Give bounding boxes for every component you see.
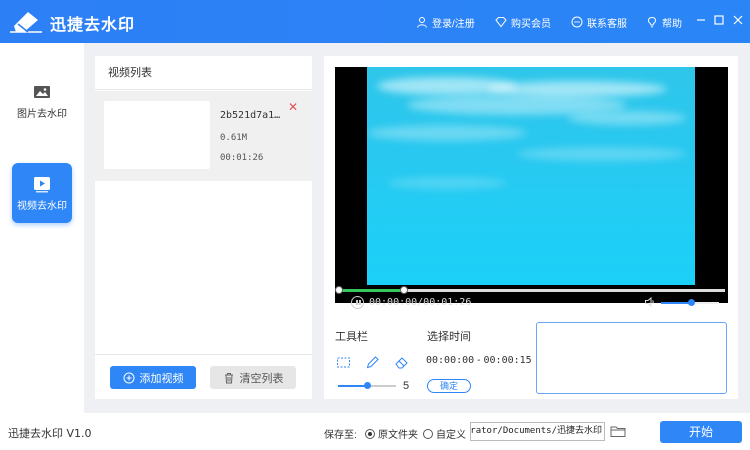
progress-knob[interactable] <box>399 286 408 294</box>
radio-custom-folder-label: 自定义 <box>436 430 466 441</box>
contact-service-link[interactable]: 联系客服 <box>571 14 627 30</box>
radio-custom-folder[interactable]: 自定义 <box>423 426 466 441</box>
video-list-panel: 视频列表 2b521d7a1… 0.61M 00:01:26 ✕ 添加视频 清空… <box>95 56 312 399</box>
folder-icon[interactable] <box>610 424 626 438</box>
video-frame <box>367 67 695 285</box>
image-icon <box>34 85 50 98</box>
minimize-icon[interactable] <box>694 13 708 27</box>
editor-panel: 00:00:00/00:01:26 工具栏 5 选择时间 00:00:00 - … <box>324 56 738 399</box>
help-icon <box>647 16 657 28</box>
list-item[interactable]: 2b521d7a1… 0.61M 00:01:26 ✕ <box>95 91 312 181</box>
add-video-button[interactable]: 添加视频 <box>110 366 196 389</box>
login-register-link[interactable]: 登录/注册 <box>416 14 475 30</box>
radio-dot-checked <box>365 428 375 439</box>
toolbar-title: 工具栏 <box>335 331 368 343</box>
buy-membership-link[interactable]: 购买会员 <box>495 14 551 30</box>
clear-list-label: 清空列表 <box>239 372 284 385</box>
time-readout: 00:00:00/00:01:26 <box>369 297 472 308</box>
help-link[interactable]: 帮助 <box>646 14 682 30</box>
nav-video-watermark-label: 视频去水印 <box>17 200 67 212</box>
remove-video-icon[interactable]: ✕ <box>288 100 298 114</box>
chat-icon <box>571 16 583 28</box>
nav-image-watermark-label: 图片去水印 <box>17 108 67 120</box>
save-path-text: istrator/Documents/迅捷去水印 <box>470 426 602 436</box>
buy-membership-label: 购买会员 <box>511 18 551 30</box>
radio-original-folder[interactable]: 原文件夹 <box>365 426 418 441</box>
watermark-area-box[interactable] <box>536 322 727 394</box>
time-select-title: 选择时间 <box>427 331 471 343</box>
brush-size-knob[interactable] <box>363 382 371 389</box>
brush-size-slider[interactable] <box>338 382 396 389</box>
select-rect-icon[interactable] <box>336 355 351 370</box>
video-list-footer: 添加视频 清空列表 <box>95 354 312 399</box>
time-range: 00:00:00 - 00:00:15 <box>426 355 532 366</box>
contact-service-label: 联系客服 <box>587 18 627 30</box>
left-nav: 图片去水印 视频去水印 <box>0 43 84 413</box>
volume-icon[interactable] <box>644 296 656 308</box>
diamond-icon <box>495 17 507 28</box>
brush-size-fill <box>338 385 367 387</box>
app-title: 迅捷去水印 <box>50 15 136 34</box>
version-label: 迅捷去水印 V1.0 <box>8 427 92 440</box>
radio-dot <box>423 428 433 439</box>
eraser-logo-icon <box>10 12 42 33</box>
plus-circle-icon <box>123 372 134 383</box>
add-video-label: 添加视频 <box>139 372 184 385</box>
eraser-icon[interactable] <box>394 355 409 370</box>
brush-size-value: 5 <box>403 380 410 392</box>
volume-slider[interactable] <box>661 299 719 306</box>
title-bar: 迅捷去水印 登录/注册 购买会员 联系客服 帮助 <box>0 0 750 43</box>
bottom-bar: 迅捷去水印 V1.0 保存至: 原文件夹 自定义 istrator/Docume… <box>0 413 750 450</box>
video-thumbnail <box>104 101 210 169</box>
clear-list-button[interactable]: 清空列表 <box>210 366 296 389</box>
start-time-field[interactable]: 00:00:00 <box>426 355 474 366</box>
volume-fill <box>661 302 692 304</box>
user-icon <box>417 17 427 28</box>
pen-icon[interactable] <box>365 355 380 370</box>
save-to-label: 保存至: <box>324 430 357 441</box>
video-progress-bar[interactable] <box>335 286 725 294</box>
video-duration: 00:01:26 <box>220 153 264 163</box>
maximize-icon[interactable] <box>712 13 726 27</box>
time-separator: - <box>477 355 481 366</box>
pause-icon[interactable] <box>351 296 364 309</box>
trash-icon <box>224 372 233 383</box>
end-time-field[interactable]: 00:00:15 <box>484 355 532 366</box>
player-controls: 00:00:00/00:01:26 <box>335 295 728 315</box>
close-window-icon[interactable] <box>731 13 745 27</box>
volume-knob[interactable] <box>687 299 695 306</box>
help-label: 帮助 <box>662 18 682 30</box>
video-player[interactable]: 00:00:00/00:01:26 <box>335 67 728 309</box>
progress-start-knob[interactable] <box>335 286 343 294</box>
nav-video-watermark[interactable]: 视频去水印 <box>12 163 72 223</box>
radio-original-folder-label: 原文件夹 <box>378 430 418 441</box>
video-progress-fill <box>338 289 404 292</box>
video-file-size: 0.61M <box>220 133 248 143</box>
save-path-input[interactable]: istrator/Documents/迅捷去水印 <box>470 422 605 441</box>
video-file-name: 2b521d7a1… <box>220 110 281 121</box>
video-list-title: 视频列表 <box>95 56 312 90</box>
login-register-label: 登录/注册 <box>432 18 475 30</box>
start-button[interactable]: 开始 <box>660 421 742 443</box>
video-play-icon <box>34 176 50 192</box>
nav-image-watermark[interactable]: 图片去水印 <box>12 71 72 131</box>
confirm-time-button[interactable]: 确定 <box>427 379 471 393</box>
